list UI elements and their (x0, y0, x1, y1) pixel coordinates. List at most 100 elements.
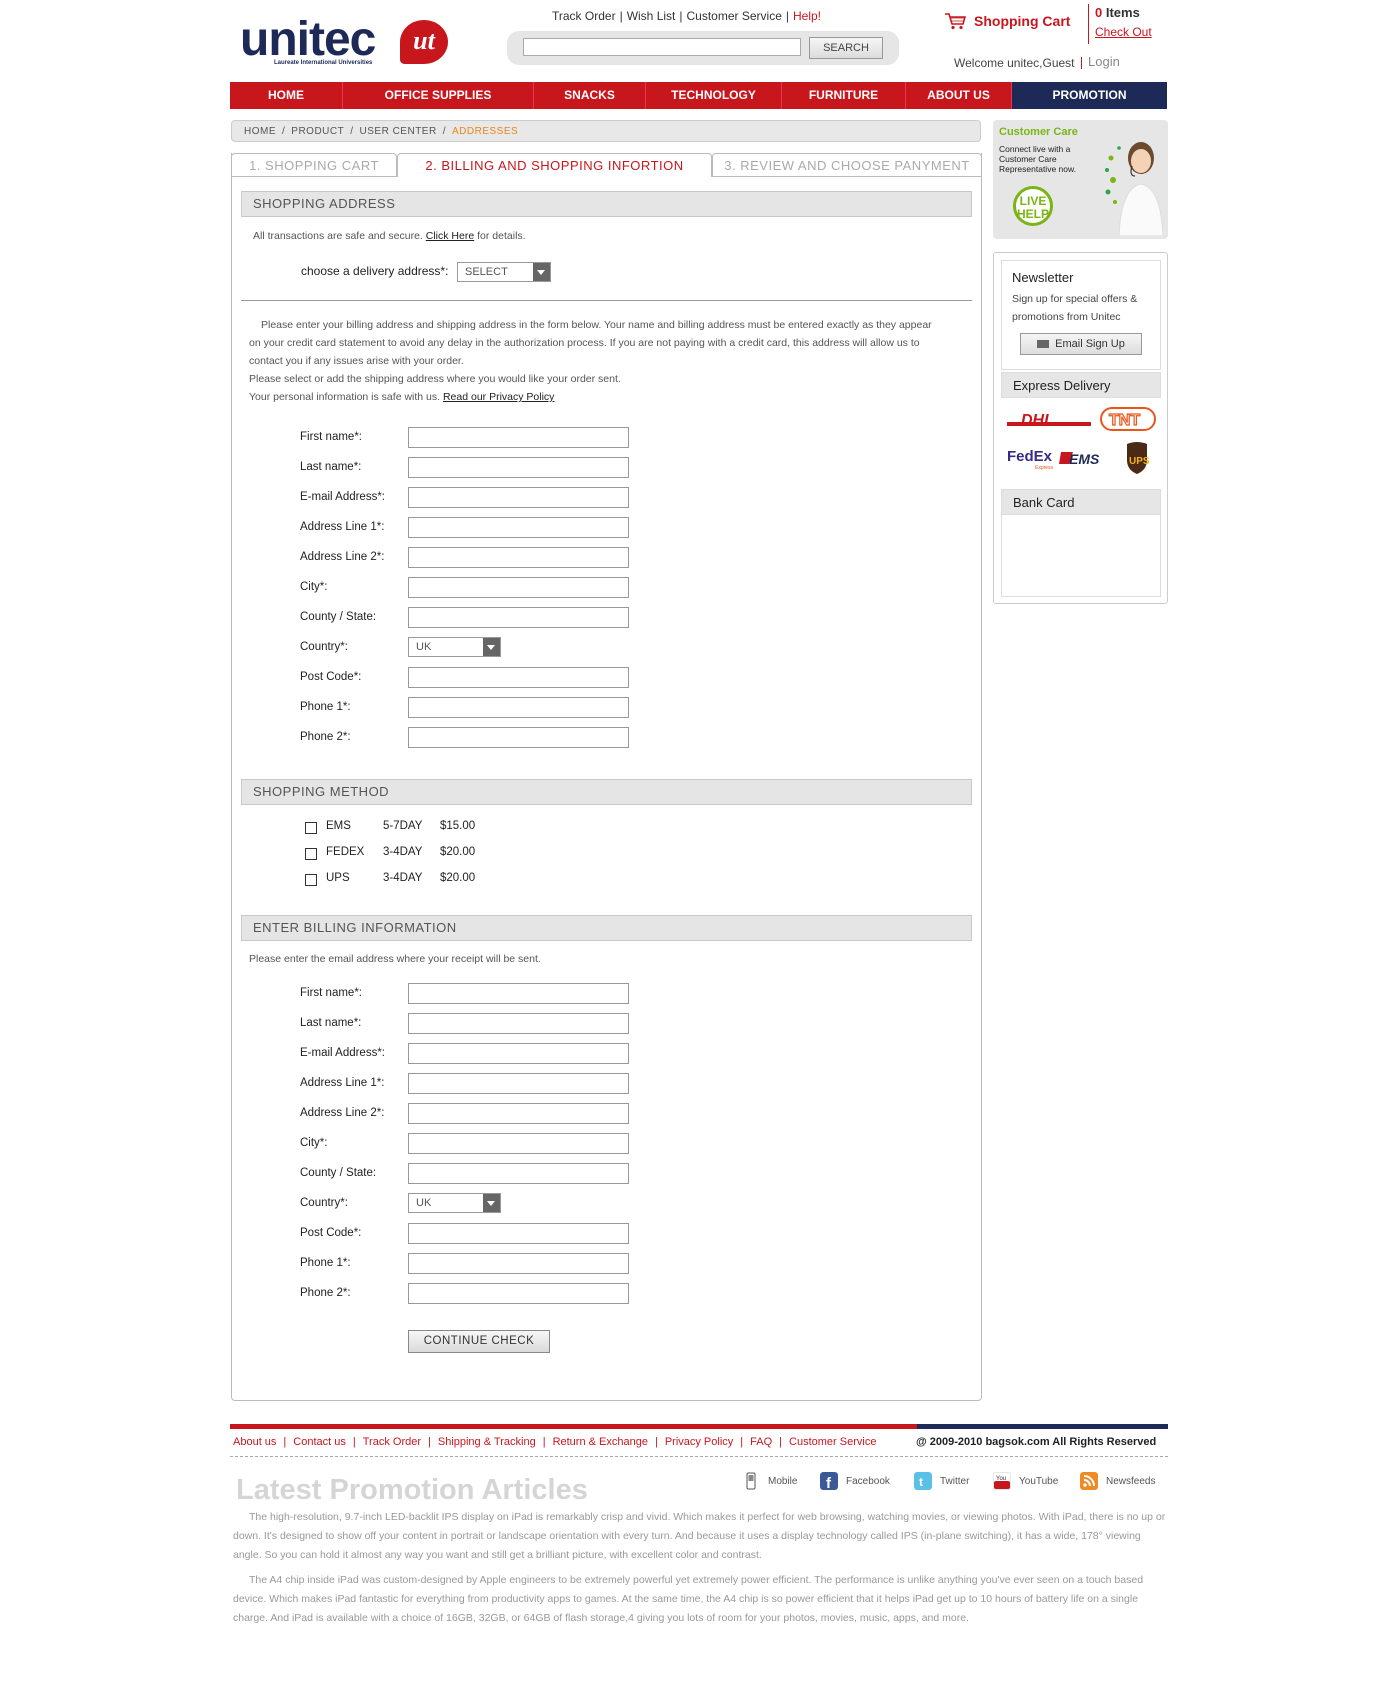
step-shopping-cart[interactable]: 1. SHOPPING CART (231, 153, 397, 177)
logo-subtitle: Laureate International Universities (274, 60, 373, 66)
shopping-cart-icon[interactable] (944, 12, 966, 30)
svg-text:EMS: EMS (1069, 451, 1100, 467)
shipping-field-input[interactable] (408, 427, 629, 448)
shipping-field-label: County / State: (300, 611, 377, 623)
care-title: Customer Care (999, 126, 1078, 138)
shipping-field-label: First name*: (300, 431, 362, 443)
billing-field-label: Phone 1*: (300, 1257, 351, 1269)
shipping-field-label: Country*: (300, 641, 348, 653)
nav-promotion[interactable]: PROMOTION (1012, 82, 1167, 109)
live-help-button[interactable]: LIVE HELP (1013, 186, 1053, 226)
shipping-field-input[interactable] (408, 547, 629, 568)
billing-field-input[interactable] (408, 1253, 629, 1274)
billing-field-country-select[interactable]: UK (408, 1193, 501, 1213)
cart-item-count: 0 Items (1095, 5, 1140, 20)
shipping-field-input[interactable] (408, 697, 629, 718)
customer-care-agent-image (1105, 142, 1163, 236)
customer-service-link[interactable]: Customer Service (687, 9, 782, 23)
billing-field-input[interactable] (408, 1223, 629, 1244)
breadcrumb-home[interactable]: HOME (244, 126, 276, 137)
cart-divider (1088, 4, 1089, 44)
billing-field-input[interactable] (408, 1073, 629, 1094)
email-sign-up-button[interactable]: Email Sign Up (1020, 333, 1142, 355)
footer-customer-service[interactable]: Customer Service (789, 1436, 876, 1448)
checkout-link[interactable]: Check Out (1095, 25, 1152, 39)
billing-field-input[interactable] (408, 1043, 629, 1064)
footer-return-exchange[interactable]: Return & Exchange (553, 1436, 648, 1448)
cart-title[interactable]: Shopping Cart (974, 13, 1070, 29)
shipping-field-country-select[interactable]: UK (408, 637, 501, 657)
care-text: Connect live with a Customer Care Repres… (999, 144, 1077, 174)
billing-note: Please enter the email address where you… (249, 953, 541, 965)
step-billing[interactable]: 2. BILLING AND SHOPPING INFORTION (397, 153, 712, 177)
shipping-field-input[interactable] (408, 517, 629, 538)
nav-snacks[interactable]: SNACKS (534, 82, 646, 109)
shipping-field-input[interactable] (408, 727, 629, 748)
billing-field-label: E-mail Address*: (300, 1047, 386, 1059)
delivery-address-select[interactable]: SELECT (457, 262, 551, 282)
continue-check-button[interactable]: CONTINUE CHECK (408, 1330, 550, 1353)
customer-care-box[interactable]: Customer Care Connect live with a Custom… (993, 120, 1168, 239)
nav-home[interactable]: HOME (230, 82, 343, 109)
billing-field-label: Last name*: (300, 1017, 362, 1029)
billing-field-input[interactable] (408, 1283, 629, 1304)
privacy-policy-link[interactable]: Read our Privacy Policy (443, 391, 554, 403)
billing-field-input[interactable] (408, 1013, 629, 1034)
mobile-icon (746, 1472, 756, 1490)
footer-track-order[interactable]: Track Order (363, 1436, 421, 1448)
billing-field-label: Address Line 1*: (300, 1077, 385, 1089)
shipping-field-input[interactable] (408, 577, 629, 598)
track-order-link[interactable]: Track Order (552, 9, 616, 23)
svg-text:FedEx: FedEx (1007, 448, 1053, 465)
shipping-carrier: FEDEX (326, 846, 365, 858)
breadcrumb-product[interactable]: PRODUCT (291, 126, 344, 137)
search-input[interactable] (523, 38, 801, 56)
step-review-payment[interactable]: 3. REVIEW AND CHOOSE PANYMENT (712, 153, 982, 177)
envelope-icon (1037, 340, 1050, 348)
shipping-option-checkbox[interactable] (305, 874, 317, 886)
shipping-days: 5-7DAY (383, 820, 423, 832)
billing-field-input[interactable] (408, 1103, 629, 1124)
footer-divider (230, 1456, 1168, 1457)
nav-technology[interactable]: TECHNOLOGY (646, 82, 782, 109)
help-link[interactable]: Help! (793, 9, 821, 23)
shipping-field-label: Address Line 1*: (300, 521, 385, 533)
breadcrumb-user-center[interactable]: USER CENTER (360, 126, 437, 137)
newsletter-box: Newsletter Sign up for special offers & … (1001, 260, 1161, 370)
billing-field-input[interactable] (408, 983, 629, 1004)
twitter-icon: t (914, 1472, 932, 1490)
shipping-option-checkbox[interactable] (305, 848, 317, 860)
address-intro-text: Please enter your billing address and sh… (249, 319, 932, 367)
footer-privacy-policy[interactable]: Privacy Policy (665, 1436, 733, 1448)
nav-office-supplies[interactable]: OFFICE SUPPLIES (343, 82, 534, 109)
checkout-steps: 1. SHOPPING CART 2. BILLING AND SHOPPING… (231, 153, 982, 177)
footer-about-us[interactable]: About us (233, 1436, 276, 1448)
shipping-price: $20.00 (440, 846, 476, 858)
billing-field-input[interactable] (408, 1133, 629, 1154)
shipping-method-heading: SHOPPING METHOD (241, 779, 972, 805)
nav-furniture[interactable]: FURNITURE (782, 82, 906, 109)
footer-faq[interactable]: FAQ (750, 1436, 772, 1448)
click-here-link[interactable]: Click Here (426, 230, 474, 242)
shipping-option-checkbox[interactable] (305, 822, 317, 834)
footer-bar (230, 1424, 1168, 1429)
shipping-field-input[interactable] (408, 667, 629, 688)
shipping-field-label: Post Code*: (300, 671, 362, 683)
shipping-field-input[interactable] (408, 607, 629, 628)
chevron-down-icon (533, 263, 550, 281)
shipping-field-input[interactable] (408, 487, 629, 508)
delivery-address-label: choose a delivery address*: (301, 264, 449, 278)
footer-contact-us[interactable]: Contact us (293, 1436, 346, 1448)
search-button[interactable]: SEARCH (809, 37, 883, 59)
nav-about-us[interactable]: ABOUT US (906, 82, 1012, 109)
login-link[interactable]: Login (1081, 54, 1120, 69)
site-logo[interactable]: unitec ut Laureate International Univers… (240, 14, 460, 72)
footer-shipping-tracking[interactable]: Shipping & Tracking (438, 1436, 536, 1448)
ems-logo: EMS (1059, 451, 1100, 467)
express-delivery-heading: Express Delivery (1001, 372, 1161, 398)
billing-field-input[interactable] (408, 1163, 629, 1184)
shipping-field-input[interactable] (408, 457, 629, 478)
welcome-text: Welcome unitec,Guest (954, 56, 1075, 70)
wish-list-link[interactable]: Wish List (627, 9, 676, 23)
shipping-days: 3-4DAY (383, 846, 423, 858)
